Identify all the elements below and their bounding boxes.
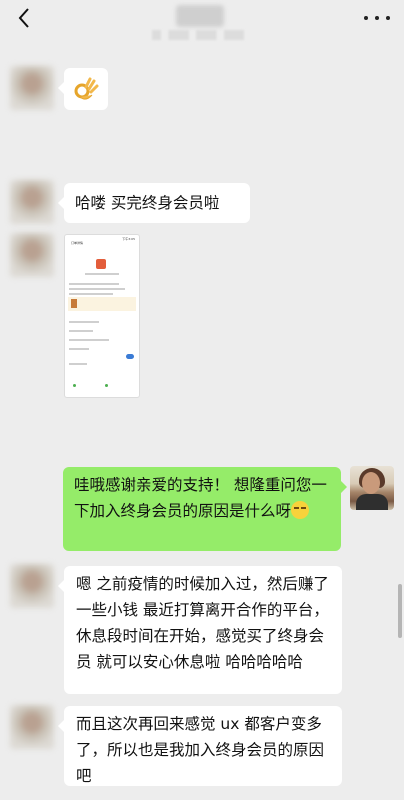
my-avatar[interactable]	[350, 466, 394, 510]
shared-screenshot[interactable]: 下午3:05 订单详情	[64, 234, 140, 398]
shy-face-emoji-icon	[291, 501, 310, 519]
message-bubble[interactable]: 嗯 之前疫情的时候加入过，然后赚了一些小钱 最近打算离开合作的平台，休息段时间在…	[58, 566, 342, 694]
screenshot-line	[69, 330, 93, 332]
screenshot-line	[69, 339, 109, 341]
ok-hand-icon	[74, 77, 99, 100]
screenshot-line	[69, 348, 89, 350]
avatar-face	[362, 472, 380, 494]
back-button[interactable]	[10, 3, 38, 33]
more-dot	[375, 16, 379, 20]
more-dot	[386, 16, 390, 20]
screenshot-panel	[68, 297, 136, 311]
screenshot-line	[69, 321, 99, 323]
avatar[interactable]	[10, 705, 54, 749]
screenshot-thumb	[71, 299, 77, 308]
chat-header	[0, 0, 404, 40]
scrollbar[interactable]	[398, 584, 402, 638]
message-bubble-emoji[interactable]	[58, 68, 108, 110]
avatar[interactable]	[10, 180, 54, 224]
message-text: 哈喽 买完终身会员啦	[75, 194, 220, 212]
screenshot-logo	[96, 259, 106, 269]
screenshot-title: 订单详情	[71, 241, 84, 245]
chat-subtitle	[152, 30, 244, 40]
avatar[interactable]	[10, 564, 54, 608]
screenshot-dot	[105, 384, 108, 387]
screenshot-line	[85, 273, 119, 275]
avatar[interactable]	[10, 233, 54, 277]
message-text: 嗯 之前疫情的时候加入过，然后赚了一些小钱 最近打算离开合作的平台，休息段时间在…	[76, 575, 329, 671]
screenshot-line	[69, 283, 119, 285]
chat-title	[176, 5, 224, 27]
more-button[interactable]	[364, 8, 390, 28]
message-bubble[interactable]: 而且这次再回来感觉 ux 都客户变多了，所以也是我加入终身会员的原因吧	[58, 706, 342, 786]
avatar[interactable]	[10, 66, 54, 110]
message-text: 而且这次再回来感觉 ux 都客户变多了，所以也是我加入终身会员的原因吧	[76, 715, 325, 785]
message-bubble-self[interactable]: 哇哦感谢亲爱的支持！ 想隆重问您一下加入终身会员的原因是什么呀	[63, 467, 347, 551]
screenshot-toggle	[126, 354, 134, 359]
screenshot-line	[69, 363, 87, 365]
message-bubble[interactable]: 哈喽 买完终身会员啦	[58, 183, 250, 223]
screenshot-dot	[73, 384, 76, 387]
more-dot	[364, 16, 368, 20]
avatar-body	[356, 494, 388, 510]
screenshot-line	[69, 288, 125, 290]
screenshot-time: 下午3:05	[122, 237, 135, 241]
chevron-left-icon	[18, 8, 29, 28]
message-text: 哇哦感谢亲爱的支持！ 想隆重问您一下加入终身会员的原因是什么呀	[74, 476, 327, 520]
screenshot-line	[69, 293, 113, 295]
